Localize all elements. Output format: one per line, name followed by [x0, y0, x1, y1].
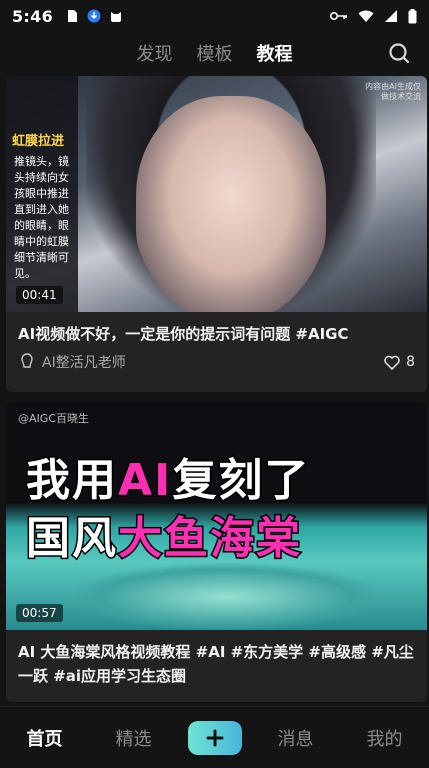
status-bar: 5:46 [0, 0, 429, 32]
video-thumbnail[interactable]: 虹膜拉进 推镜头，镜头持续向女孩眼中推进直到进入她的眼睛，眼睛中的虹膜细节清晰可… [6, 76, 427, 312]
wifi-icon [358, 10, 374, 22]
nav-home[interactable]: 首页 [10, 725, 80, 751]
top-nav: 发现 模板 教程 [0, 32, 429, 74]
thumbnail-side-panel: 虹膜拉进 推镜头，镜头持续向女孩眼中推进直到进入她的眼睛，眼睛中的虹膜细节清晰可… [6, 76, 78, 312]
heart-icon[interactable] [384, 355, 400, 370]
notification-icons [65, 9, 123, 23]
nav-profile[interactable]: 我的 [350, 725, 420, 751]
video-title[interactable]: AI视频做不好，一定是你的提示词有问题 #AIGC [6, 312, 427, 346]
file-icon [68, 10, 77, 22]
system-icons [330, 8, 417, 24]
video-duration: 00:41 [16, 286, 63, 304]
video-thumbnail[interactable]: @AIGC百晓生 我用AI复刻了 国风大鱼海棠 00:57 [6, 402, 427, 630]
headline-2-part-a: 国风 [25, 512, 118, 566]
thumbnail-whale-shape [66, 562, 386, 630]
video-duration: 00:57 [16, 604, 63, 622]
key-icon [330, 12, 347, 20]
plus-icon [206, 729, 223, 746]
headline-2-part-b: 大鱼海棠 [117, 512, 302, 566]
headline-1-part-a: 我用 [25, 454, 118, 508]
headline-1-part-b: AI [116, 454, 173, 508]
battery-icon [408, 8, 417, 23]
cat-icon [111, 12, 121, 22]
thumbnail-face-shape [136, 96, 326, 312]
bottom-nav: 首页 精选 消息 我的 [0, 706, 429, 768]
author-name[interactable]: AI整活凡老师 [42, 352, 126, 372]
signal-icon [385, 10, 397, 22]
video-card[interactable]: 虹膜拉进 推镜头，镜头持续向女孩眼中推进直到进入她的眼睛，眼睛中的虹膜细节清晰可… [6, 76, 427, 392]
like-count-value: 8 [406, 354, 415, 370]
author-avatar-icon[interactable] [18, 353, 36, 371]
top-tabs: 发现 模板 教程 [137, 40, 293, 66]
video-title[interactable]: AI 大鱼海棠风格视频教程 #AI #东方美学 #高级感 #凡尘一跃 #ai应用… [6, 630, 427, 688]
ai-watermark: 内容由AI生成仅做技术交流 [365, 82, 421, 101]
video-meta: AI整活凡老师 8 [6, 346, 427, 378]
thumbnail-side-title: 虹膜拉进 [12, 134, 65, 149]
create-button[interactable] [187, 720, 242, 755]
thumbnail-headline-2: 国风大鱼海棠 [25, 502, 302, 566]
nav-messages[interactable]: 消息 [261, 725, 331, 751]
status-time: 5:46 [12, 6, 53, 26]
download-icon [87, 9, 101, 23]
like-count[interactable]: 8 [384, 354, 415, 370]
search-icon[interactable] [387, 41, 411, 65]
nav-featured[interactable]: 精选 [99, 725, 169, 751]
headline-1-part-c: 复刻了 [171, 454, 311, 508]
video-feed: 虹膜拉进 推镜头，镜头持续向女孩眼中推进直到进入她的眼睛，眼睛中的虹膜细节清晰可… [6, 76, 427, 712]
video-card[interactable]: @AIGC百晓生 我用AI复刻了 国风大鱼海棠 00:57 AI 大鱼海棠风格视… [6, 402, 427, 702]
tab-templates[interactable]: 模板 [197, 40, 233, 66]
tab-discover[interactable]: 发现 [137, 40, 173, 66]
thumbnail-headline-1: 我用AI复刻了 [25, 444, 311, 508]
tab-tutorials[interactable]: 教程 [257, 40, 293, 66]
thumbnail-side-text: 推镜头，镜头持续向女孩眼中推进直到进入她的眼睛，眼睛中的虹膜细节清晰可见。 [14, 155, 69, 280]
creator-handle: @AIGC百晓生 [18, 412, 89, 425]
